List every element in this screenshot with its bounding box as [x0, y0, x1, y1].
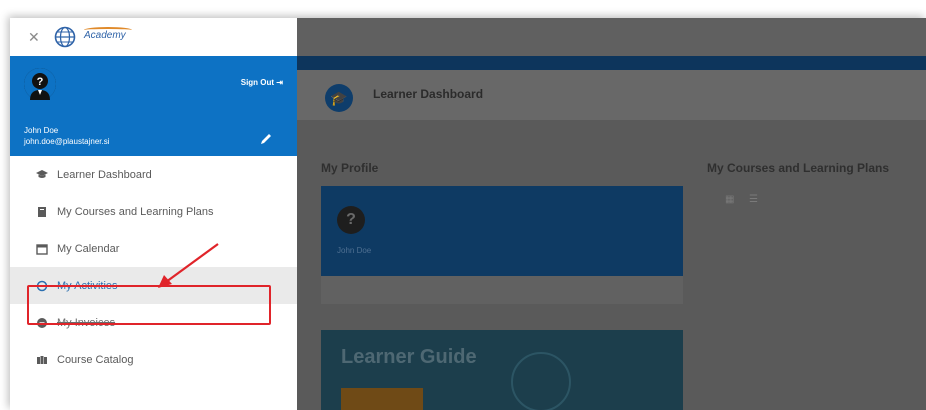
profile-name: John Doe	[337, 246, 372, 255]
catalog-icon	[37, 355, 47, 364]
sign-out-button[interactable]: Sign Out ⇥	[241, 78, 283, 87]
book-icon	[38, 206, 46, 217]
profile-avatar: ?	[337, 206, 365, 234]
side-drawer: ✕ Academy ? Sign Out ⇥ John Doe john.doe…	[10, 18, 297, 410]
my-profile-title: My Profile	[321, 161, 379, 175]
graduation-cap-icon	[36, 169, 48, 178]
header-stripe	[297, 56, 926, 70]
close-icon[interactable]: ✕	[28, 29, 40, 46]
list-view-icon[interactable]: ☰	[749, 194, 758, 205]
profile-card: ? John Doe	[321, 186, 683, 276]
top-bar	[297, 18, 926, 56]
nav-label: Learner Dashboard	[57, 168, 152, 181]
sign-out-label: Sign Out	[240, 78, 275, 87]
user-name: John Doe	[24, 126, 59, 135]
user-panel: ? Sign Out ⇥ John Doe john.doe@plaustajn…	[10, 56, 297, 156]
drawer-header: ✕ Academy	[10, 18, 297, 56]
svg-text:?: ?	[37, 76, 44, 88]
dashboard-title: Learner Dashboard	[373, 87, 484, 101]
globe-logo-icon	[54, 26, 76, 48]
sign-out-icon: ⇥	[276, 78, 283, 87]
grid-view-icon[interactable]: ▦	[725, 194, 734, 205]
guide-button[interactable]	[341, 388, 423, 410]
main-content: 🎓 Learner Dashboard My Profile My Course…	[297, 18, 926, 410]
nav-label: My Courses and Learning Plans	[57, 205, 214, 218]
app-window: 🎓 Learner Dashboard My Profile My Course…	[10, 18, 926, 410]
guide-title: Learner Guide	[341, 346, 477, 368]
calendar-icon	[36, 243, 48, 255]
user-avatar: ?	[24, 68, 56, 100]
nav-label: My Calendar	[57, 242, 120, 255]
profile-actions	[321, 276, 683, 304]
red-highlight-box	[27, 285, 271, 325]
nav-label: Course Catalog	[57, 353, 134, 366]
nav-item-learner-dashboard[interactable]: Learner Dashboard	[10, 156, 297, 193]
learner-guide-card[interactable]: Learner Guide	[321, 330, 683, 410]
guide-decoration	[511, 352, 571, 410]
dashboard-header: 🎓 Learner Dashboard	[297, 70, 926, 120]
graduation-cap-icon: 🎓	[325, 84, 353, 112]
logo-text: Academy	[84, 30, 126, 41]
edit-pencil-icon[interactable]	[259, 132, 273, 146]
nav-item-course-catalog[interactable]: Course Catalog	[10, 341, 297, 378]
my-courses-title: My Courses and Learning Plans	[707, 161, 890, 175]
nav-item-my-courses[interactable]: My Courses and Learning Plans	[10, 193, 297, 230]
user-email: john.doe@plaustajner.si	[24, 137, 110, 146]
